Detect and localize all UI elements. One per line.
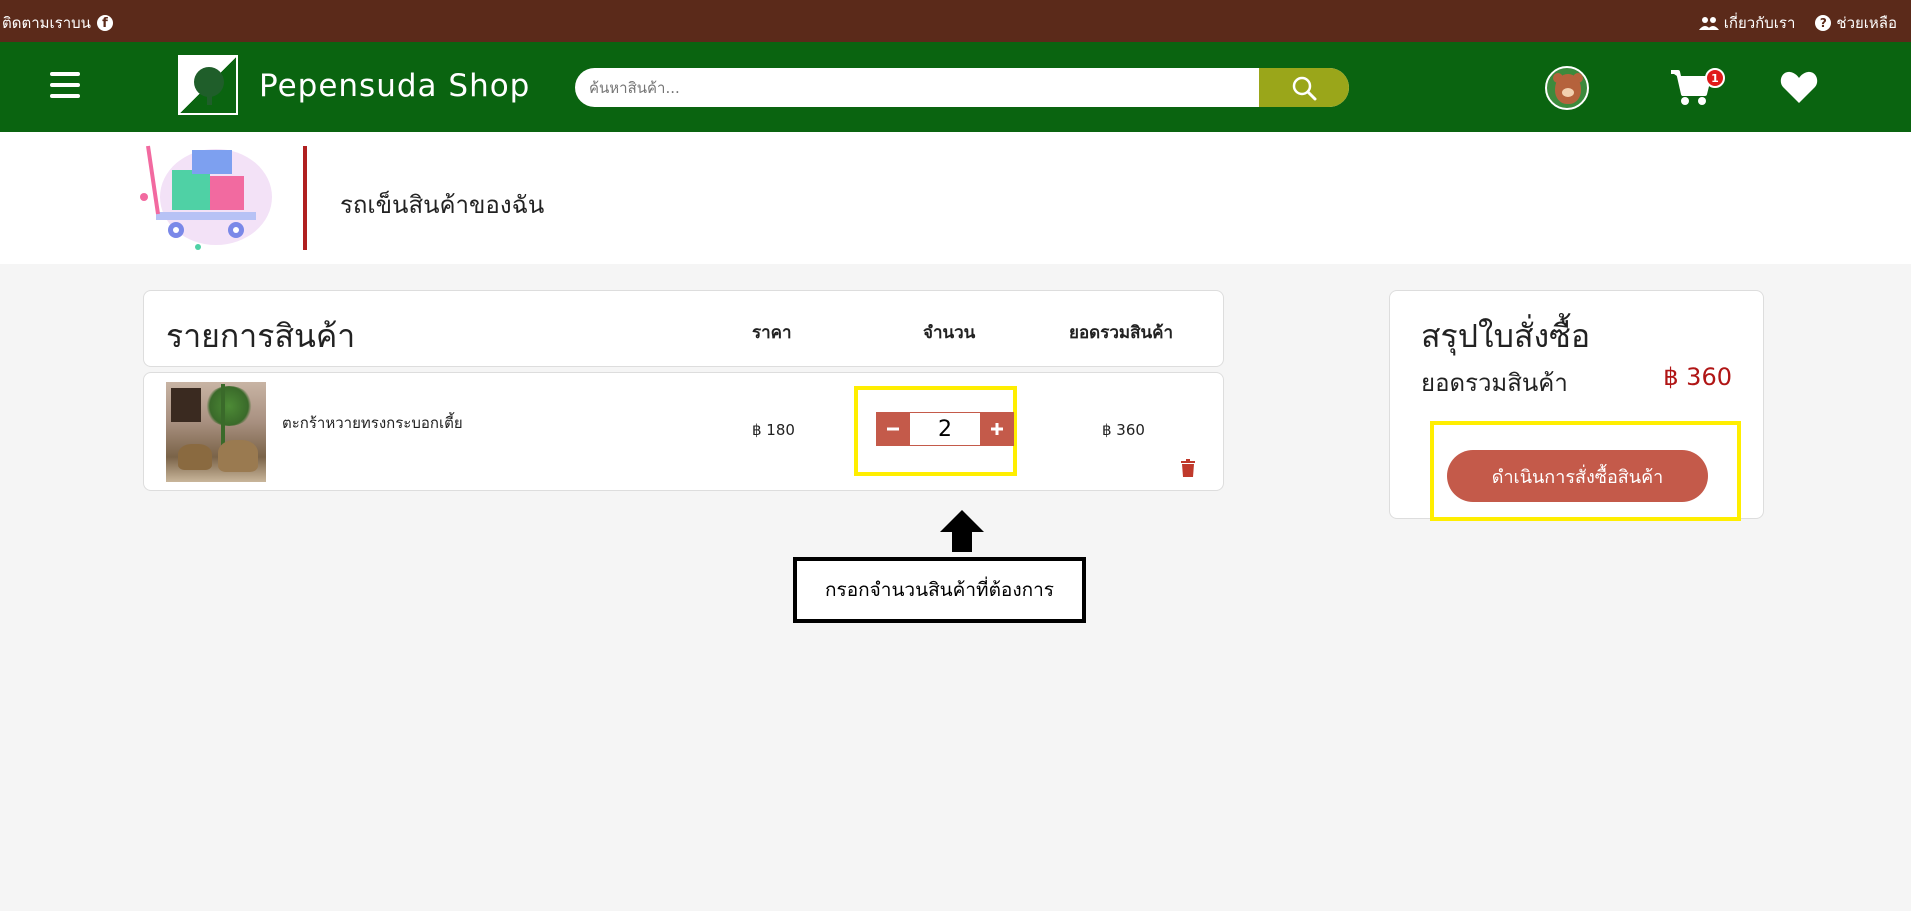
column-header-quantity: จำนวน <box>923 323 976 343</box>
follow-us-link[interactable]: ติดตามเราบน f <box>2 11 113 35</box>
page-title-band: รถเข็นสินค้าของฉัน <box>0 132 1911 264</box>
about-us-label: เกี่ยวกับเรา <box>1723 14 1796 32</box>
trash-icon[interactable] <box>1180 459 1196 477</box>
increase-quantity-button[interactable] <box>980 412 1014 446</box>
shop-logo[interactable] <box>178 55 238 115</box>
title-divider <box>303 146 307 250</box>
search-bar <box>575 68 1349 107</box>
search-button[interactable] <box>1259 68 1349 107</box>
order-summary: สรุปใบสั่งซื้อ ยอดรวมสินค้า ฿ 360 ดำเนิน… <box>1389 290 1764 521</box>
cart-count-badge: 1 <box>1705 68 1725 88</box>
cart-button[interactable]: 1 <box>1669 68 1725 108</box>
product-image[interactable] <box>166 382 266 482</box>
column-header-subtotal: ยอดรวมสินค้า <box>1069 323 1174 343</box>
facebook-icon[interactable]: f <box>96 15 113 31</box>
summary-total-label: ยอดรวมสินค้า <box>1421 369 1568 397</box>
product-name[interactable]: ตะกร้าหวายทรงกระบอกเตี้ย <box>282 411 463 435</box>
search-icon <box>1292 76 1317 100</box>
decrease-quantity-button[interactable] <box>876 412 910 446</box>
cart-item-row: ตะกร้าหวายทรงกระบอกเตี้ย ฿ 180 ฿ 360 <box>143 372 1224 491</box>
help-link[interactable]: ? ช่วยเหลือ <box>1815 11 1897 35</box>
column-header-price: ราคา <box>752 323 792 343</box>
brand-name[interactable]: Pepensuda Shop <box>259 68 530 104</box>
checkout-button[interactable]: ดำเนินการสั่งซื้อสินค้า <box>1447 450 1708 502</box>
quantity-input[interactable] <box>910 412 980 446</box>
product-subtotal: ฿ 360 <box>1102 421 1145 439</box>
users-icon <box>1698 17 1719 30</box>
search-input[interactable] <box>575 68 1259 107</box>
quantity-stepper <box>876 412 1014 446</box>
main-header: Pepensuda Shop 1 <box>0 42 1911 132</box>
help-label: ช่วยเหลือ <box>1836 14 1897 32</box>
plus-icon <box>991 423 1003 435</box>
avatar[interactable] <box>1545 66 1589 110</box>
cart-list-header: รายการสินค้า ราคา จำนวน ยอดรวมสินค้า <box>143 290 1224 367</box>
follow-us-label: ติดตามเราบน <box>2 14 91 32</box>
quantity-highlight <box>854 386 1017 476</box>
page-title: รถเข็นสินค้าของฉัน <box>340 191 545 219</box>
instruction-note: กรอกจำนวนสินค้าที่ต้องการ <box>793 557 1086 623</box>
about-us-link[interactable]: เกี่ยวกับเรา <box>1698 11 1796 35</box>
checkout-highlight: ดำเนินการสั่งซื้อสินค้า <box>1430 421 1741 521</box>
summary-title: สรุปใบสั่งซื้อ <box>1421 317 1591 355</box>
top-bar: ติดตามเราบน f เกี่ยวกับเรา ? ช่วยเหลือ <box>0 0 1911 42</box>
shopping-cart-illustration <box>140 145 272 250</box>
heart-icon[interactable] <box>1780 70 1818 104</box>
summary-total-value: ฿ 360 <box>1663 363 1732 391</box>
product-price: ฿ 180 <box>752 421 795 439</box>
cart-list-heading: รายการสินค้า <box>166 317 356 355</box>
menu-icon[interactable] <box>50 72 80 98</box>
help-icon: ? <box>1815 15 1832 31</box>
up-arrow-icon <box>940 510 984 552</box>
minus-icon <box>887 427 899 431</box>
